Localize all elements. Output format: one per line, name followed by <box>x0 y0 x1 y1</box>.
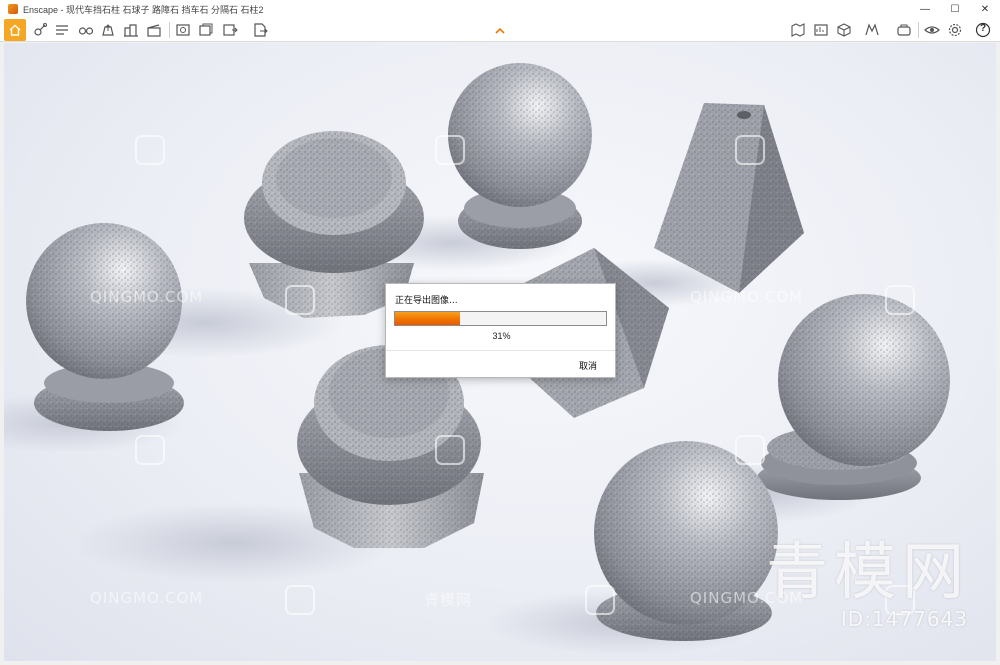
watermark-id-text: ID:1477643 <box>840 607 968 631</box>
layers-icon <box>56 25 68 35</box>
window-controls: — ☐ ✕ <box>910 0 1000 18</box>
clapper-icon <box>147 24 161 37</box>
video-editor-button[interactable] <box>146 22 162 38</box>
watermark-logo-icon <box>735 135 765 165</box>
collaborate-icon <box>897 24 911 36</box>
asset-library-icon <box>814 24 828 36</box>
cube-icon <box>837 23 851 37</box>
upload-button[interactable] <box>100 22 116 38</box>
watermark-logo-icon <box>135 435 165 465</box>
toolbar-separator <box>169 22 170 38</box>
watermark-logo-icon <box>285 285 315 315</box>
toolbar-separator <box>918 22 919 38</box>
watermark-logo-icon <box>135 135 165 165</box>
progress-percent-label: 31% <box>492 331 511 341</box>
eye-icon <box>924 26 940 34</box>
watermark-cn-text: 青模网 <box>424 591 473 609</box>
views-button[interactable] <box>54 22 70 38</box>
help-button[interactable]: ? <box>975 22 991 38</box>
buildings-button[interactable] <box>123 22 139 38</box>
material-editor-button[interactable] <box>864 22 880 38</box>
export-360-icon <box>223 24 238 36</box>
progress-fill <box>395 312 461 325</box>
buildings-icon <box>124 24 138 37</box>
close-button[interactable]: ✕ <box>970 0 1000 18</box>
binoculars-button[interactable] <box>78 22 94 38</box>
batch-render-icon <box>199 23 213 36</box>
map-button[interactable] <box>790 22 806 38</box>
watermark-logo-icon <box>885 285 915 315</box>
screenshot-icon <box>176 24 190 36</box>
title-bar: Enscape - 现代车挡石柱 石球子 路障石 挡车石 分隔石 石柱2 — ☐… <box>0 0 1000 18</box>
collapse-toolbar-icon[interactable] <box>494 27 506 35</box>
map-icon <box>791 23 805 37</box>
maximize-button[interactable]: ☐ <box>940 0 970 18</box>
window-title: Enscape - 现代车挡石柱 石球子 路障石 挡车石 分隔石 石柱2 <box>23 4 264 15</box>
export-exe-button[interactable] <box>252 22 268 38</box>
collaborate-button[interactable] <box>896 22 912 38</box>
cancel-button[interactable]: 取消 <box>579 359 597 372</box>
enscape-logo-icon <box>8 4 18 14</box>
watermark-text: QINGMO.COM <box>690 288 804 306</box>
watermark-text: QINGMO.COM <box>90 288 204 306</box>
gear-icon <box>948 23 962 37</box>
binoculars-icon <box>78 27 94 35</box>
walk-icon <box>34 23 47 36</box>
enscape-window: Enscape - 现代车挡石柱 石球子 路障石 挡车石 分隔石 石柱2 — ☐… <box>0 0 1000 665</box>
objects-button[interactable] <box>836 22 852 38</box>
screenshot-button[interactable] <box>175 22 191 38</box>
toolbar: ? <box>0 18 1000 42</box>
material-icon <box>865 23 879 36</box>
watermark-brand-text: 青模网 <box>765 535 970 608</box>
watermark-logo-icon <box>735 435 765 465</box>
walk-mode-button[interactable] <box>32 22 48 38</box>
watermark-logo-icon <box>435 435 465 465</box>
settings-button[interactable] <box>947 22 963 38</box>
upload-icon <box>102 24 114 36</box>
export-exe-icon <box>254 23 268 37</box>
visual-settings-button[interactable] <box>924 22 940 38</box>
export-360-button[interactable] <box>222 22 238 38</box>
export-progress-bar <box>394 311 607 326</box>
watermark-logo-icon <box>585 585 615 615</box>
export-progress-dialog: 正在导出图像... 31% 取消 <box>385 283 616 378</box>
dialog-title: 正在导出图像... <box>395 296 458 306</box>
dialog-divider <box>386 350 615 351</box>
asset-library-button[interactable] <box>813 22 829 38</box>
home-button[interactable] <box>4 19 26 41</box>
watermark-logo-icon <box>285 585 315 615</box>
help-label: ? <box>979 23 987 34</box>
home-icon <box>9 24 21 36</box>
batch-render-button[interactable] <box>198 22 214 38</box>
minimize-button[interactable]: — <box>910 0 940 18</box>
watermark-logo-icon <box>435 135 465 165</box>
watermark-text: QINGMO.COM <box>90 589 204 607</box>
